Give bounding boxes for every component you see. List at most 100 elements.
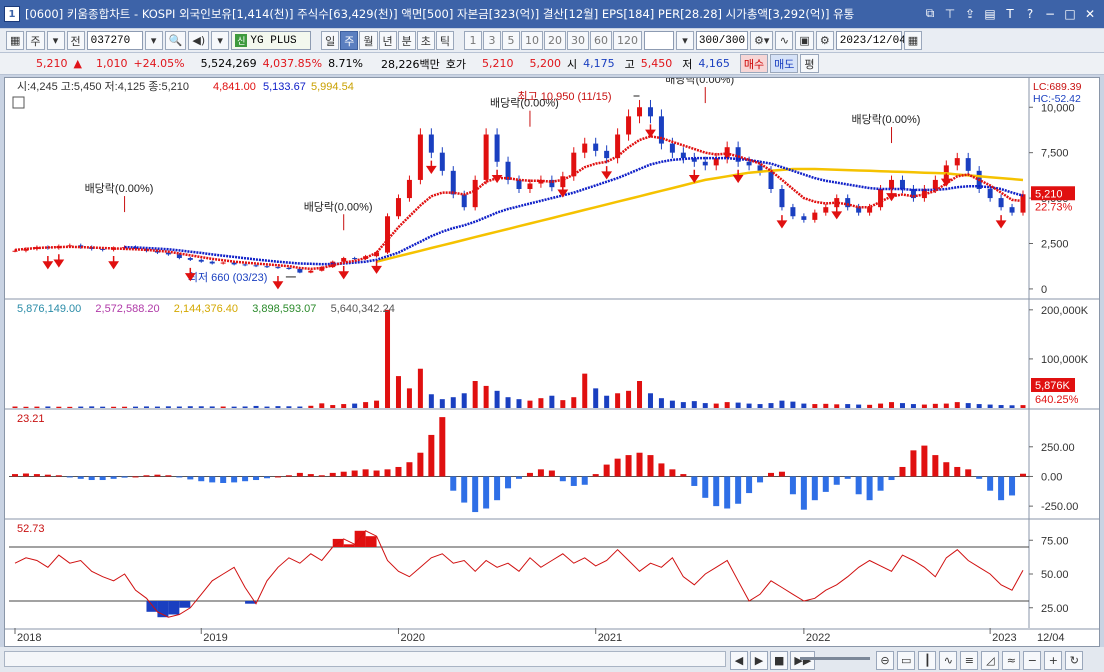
line-chart-icon[interactable]: ∿ (939, 651, 958, 670)
stock-code-input[interactable]: 037270 (86, 31, 143, 50)
osc-bar (965, 469, 972, 477)
nav-button-1[interactable]: ▶ (750, 651, 768, 670)
interval-button-1[interactable]: 1 (464, 31, 482, 50)
buy-button[interactable]: 매수 (739, 54, 769, 73)
search-icon[interactable]: 🔍 (164, 31, 187, 50)
osc-bar (669, 469, 676, 477)
period-tab-4[interactable]: 분 (397, 31, 416, 50)
ma1-line (14, 135, 1024, 271)
area-chart-icon[interactable]: ◿ (981, 651, 1000, 670)
wave-icon[interactable]: ≈ (1002, 651, 1021, 670)
osc-bar (932, 455, 939, 477)
osc-bar (242, 476, 249, 482)
candle-body (297, 268, 303, 273)
close-icon[interactable]: ✕ (1082, 5, 1098, 22)
volume-bar (352, 403, 358, 408)
osc-bar (581, 476, 588, 485)
osc-bar (274, 476, 281, 478)
link-icon[interactable]: ⧉ (922, 5, 938, 22)
market-select[interactable]: 주 (26, 31, 45, 50)
osc-bar (143, 475, 150, 477)
date-input[interactable]: 2023/12/04 (835, 31, 906, 50)
period-select[interactable]: 전 (66, 31, 85, 50)
buy-signal-arrow (42, 256, 54, 270)
volume-bar (987, 404, 993, 408)
zoom-slider[interactable] (800, 657, 870, 660)
calendar-icon[interactable]: ▦ (903, 31, 923, 50)
candle-body (286, 268, 292, 270)
period-tab-3[interactable]: 년 (378, 31, 397, 50)
save-icon[interactable]: ▤ (982, 5, 998, 22)
interval-button-20[interactable]: 20 (544, 31, 566, 50)
volume-bar (406, 388, 412, 408)
period-tab-2[interactable]: 월 (359, 31, 378, 50)
indicator-settings-icon[interactable]: ⚙▾ (750, 31, 774, 50)
osc-bar (264, 476, 270, 479)
data-count[interactable]: 300/300 (696, 31, 748, 50)
speaker-dropdown-icon[interactable]: ▾ (211, 31, 230, 50)
osc-bar (735, 476, 742, 504)
nav-button-2[interactable]: ■ (770, 651, 789, 670)
maximize-icon[interactable]: □ (1062, 5, 1078, 22)
settings-icon[interactable]: ⚙ (815, 31, 834, 50)
price-tick-label: 0 (1041, 284, 1047, 296)
reset-icon[interactable]: ↻ (1065, 651, 1084, 670)
interval-button-10[interactable]: 10 (521, 31, 543, 50)
sell-button[interactable]: 매도 (770, 54, 799, 73)
interval-button-30[interactable]: 30 (567, 31, 589, 50)
help-icon[interactable]: ? (1022, 5, 1038, 22)
zoom-minus-icon[interactable]: − (1023, 651, 1042, 670)
osc-bar (691, 476, 698, 486)
minimize-icon[interactable]: − (1042, 5, 1058, 22)
chart-type-icon[interactable]: ▭ (897, 651, 916, 670)
volume-bar (527, 400, 533, 408)
period-tab-5[interactable]: 초 (416, 31, 435, 50)
interval-dropdown-icon[interactable]: ▾ (676, 31, 694, 50)
nav-button-0[interactable]: ◀ (730, 651, 748, 670)
share-icon[interactable]: ⇪ (962, 5, 978, 22)
volume-bar (231, 406, 237, 408)
period-tab-1[interactable]: 주 (340, 31, 359, 50)
volume-bar (483, 385, 489, 408)
candle-icon[interactable]: ┃ (918, 651, 937, 670)
average-button[interactable]: 평 (800, 54, 819, 73)
text-icon[interactable]: T (1002, 5, 1018, 22)
volume-bar (330, 405, 336, 408)
volume-bar (67, 406, 73, 408)
period-tab-0[interactable]: 일 (321, 31, 340, 50)
zoom-plus-icon[interactable]: + (1044, 651, 1063, 670)
chart-canvas[interactable]: 10,0007,5005,0002,5000시:4,245 고:5,450 저:… (5, 73, 1099, 646)
period-tab-6[interactable]: 틱 (435, 31, 454, 50)
volume-bar (428, 394, 434, 408)
bar-chart-icon[interactable]: ≡ (960, 651, 979, 670)
zoom-out-icon[interactable]: ⊖ (876, 651, 894, 670)
osc-bar (55, 475, 62, 477)
interval-button-5[interactable]: 5 (502, 31, 520, 50)
interval-input[interactable] (644, 31, 674, 50)
speaker-icon[interactable]: ◀) (188, 31, 210, 50)
volume-bar (165, 406, 171, 408)
interval-button-3[interactable]: 3 (483, 31, 501, 50)
interval-button-60[interactable]: 60 (590, 31, 612, 50)
chart-area[interactable]: 10,0007,5005,0002,5000시:4,245 고:5,450 저:… (4, 73, 1100, 647)
horizontal-scrollbar[interactable] (4, 651, 726, 667)
osc-bar (680, 474, 687, 477)
nav-button-3[interactable]: ▶▶ (790, 651, 816, 670)
volume-bar (834, 404, 840, 408)
osc-bar (526, 472, 533, 477)
grid-toggle-icon[interactable]: ▦ (6, 31, 25, 50)
pin-icon[interactable]: ⊤ (942, 5, 958, 22)
price-panel: 10,0007,5005,0002,5000시:4,245 고:5,450 저:… (12, 73, 1082, 296)
interval-button-120[interactable]: 120 (613, 31, 642, 50)
candle-body (680, 152, 686, 159)
save-chart-icon[interactable]: ▣ (795, 31, 814, 50)
table-toggle-icon (12, 96, 25, 109)
market-dropdown-icon[interactable]: ▾ (46, 31, 65, 50)
window-title: [0600] 키움종합차트 - KOSPI 외국인보유[1,414(천)] 주식… (25, 7, 855, 21)
candle-body (209, 261, 215, 264)
osc-bar (833, 476, 840, 485)
code-dropdown-icon[interactable]: ▾ (144, 31, 163, 50)
condition-field[interactable]: 신 YG PLUS (231, 31, 312, 50)
volume-bar (122, 406, 128, 408)
drawing-tool-icon[interactable]: ∿ (775, 31, 794, 50)
